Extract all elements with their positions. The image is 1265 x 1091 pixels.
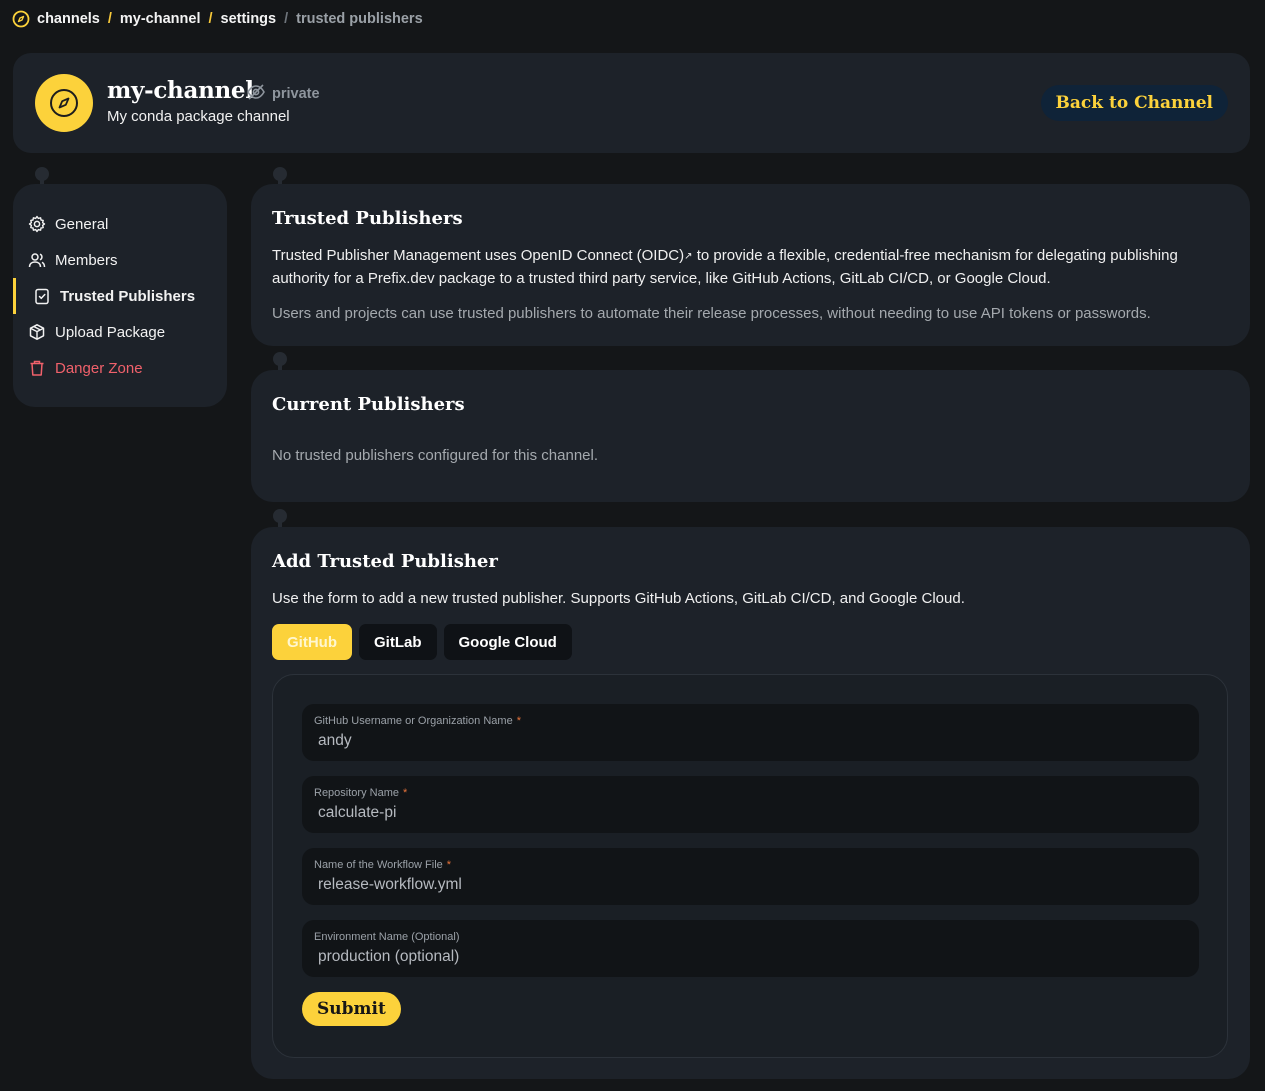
required-marker: * <box>516 715 521 727</box>
field-label-text: GitHub Username or Organization Name <box>314 715 513 727</box>
sidebar-item-general[interactable]: General <box>13 206 227 242</box>
sidebar-item-trusted-publishers[interactable]: Trusted Publishers <box>13 278 227 314</box>
trusted-usage-note: Users and projects can use trusted publi… <box>272 305 1151 322</box>
eye-off-icon <box>246 83 266 105</box>
sidebar-item-label: Members <box>55 251 118 269</box>
visibility-label: private <box>272 86 320 102</box>
environment-name-input[interactable] <box>314 946 1174 968</box>
add-publisher-description: Use the form to add a new trusted publis… <box>272 590 965 607</box>
field-label-text: Environment Name (Optional) <box>314 931 460 943</box>
card-title: Trusted Publishers <box>272 208 463 229</box>
breadcrumb-separator: / <box>107 11 112 27</box>
breadcrumb: channels / my-channel / settings / trust… <box>12 9 423 29</box>
oidc-link[interactable]: OpenID Connect (OIDC)↗ <box>521 247 693 264</box>
field-label: Name of the Workflow File * <box>314 859 451 871</box>
empty-state-message: No trusted publishers configured for thi… <box>272 447 599 464</box>
sidebar-item-upload-package[interactable]: Upload Package <box>13 314 227 350</box>
submit-button[interactable]: Submit <box>302 992 401 1026</box>
workflow-file-field: Name of the Workflow File * <box>302 848 1199 905</box>
description-text: Trusted Publisher Management uses <box>272 247 521 264</box>
required-marker: * <box>402 787 408 799</box>
tab-gitlab[interactable]: GitLab <box>359 624 437 660</box>
field-label-text: Name of the Workflow File <box>314 859 443 871</box>
workflow-file-input[interactable] <box>314 874 1174 896</box>
sidebar-item-label: Upload Package <box>55 323 166 341</box>
repository-name-input[interactable] <box>314 802 1174 824</box>
package-icon <box>28 323 46 341</box>
channel-header: my-channel private My conda package chan… <box>13 53 1250 153</box>
card-title: Add Trusted Publisher <box>272 551 498 572</box>
breadcrumb-current: trusted publishers <box>296 11 423 27</box>
environment-name-field: Environment Name (Optional) <box>302 920 1199 977</box>
clipboard-check-icon <box>33 287 51 305</box>
tab-github[interactable]: GitHub <box>272 624 352 660</box>
external-link-icon: ↗ <box>684 251 693 262</box>
users-icon <box>28 251 46 269</box>
channel-avatar <box>35 74 93 132</box>
add-publisher-card: Add Trusted Publisher Use the form to ad… <box>251 527 1250 1079</box>
breadcrumb-link-my-channel[interactable]: my-channel <box>120 11 201 27</box>
sidebar-item-danger-zone[interactable]: Danger Zone <box>13 350 227 386</box>
repository-name-field: Repository Name * <box>302 776 1199 833</box>
gear-icon <box>28 215 46 233</box>
trusted-publishers-card: Trusted Publishers Trusted Publisher Man… <box>251 184 1250 346</box>
provider-tabs: GitHub GitLab Google Cloud <box>272 624 572 660</box>
card-title: Current Publishers <box>272 394 465 415</box>
visibility-badge: private <box>246 83 320 105</box>
breadcrumb-separator: / <box>284 11 289 27</box>
sidebar-item-label: General <box>55 215 109 233</box>
current-publishers-card: Current Publishers No trusted publishers… <box>251 370 1250 502</box>
field-label-text: Repository Name <box>314 787 399 799</box>
trash-icon <box>28 359 46 377</box>
field-label: Environment Name (Optional) <box>314 931 460 943</box>
field-label: Repository Name * <box>314 787 407 799</box>
sidebar-item-label: Danger Zone <box>55 359 143 377</box>
channel-description: My conda package channel <box>107 108 290 125</box>
field-label: GitHub Username or Organization Name * <box>314 715 521 727</box>
tab-google-cloud[interactable]: Google Cloud <box>443 624 572 660</box>
github-owner-input[interactable] <box>314 730 1174 752</box>
oidc-link-label: OpenID Connect (OIDC) <box>520 247 685 264</box>
trusted-publisher-form: GitHub Username or Organization Name* Re… <box>272 674 1228 1058</box>
breadcrumb-separator: / <box>208 11 213 27</box>
sidebar-item-members[interactable]: Members <box>13 242 227 278</box>
settings-sidebar: General Members Trusted Publishers Uploa… <box>13 184 227 407</box>
breadcrumb-link-settings[interactable]: settings <box>221 11 277 27</box>
github-owner-field: GitHub Username or Organization Name * <box>302 704 1199 761</box>
required-marker: * <box>446 859 452 871</box>
trusted-description: Trusted Publisher Management uses OpenID… <box>272 245 1222 290</box>
back-to-channel-button[interactable]: Back to Channel <box>1040 85 1228 121</box>
compass-icon <box>12 10 30 28</box>
channel-title: my-channel <box>107 77 254 104</box>
breadcrumb-link-channels[interactable]: channels <box>37 11 100 27</box>
sidebar-item-label: Trusted Publishers <box>60 287 196 305</box>
compass-icon <box>50 89 78 117</box>
